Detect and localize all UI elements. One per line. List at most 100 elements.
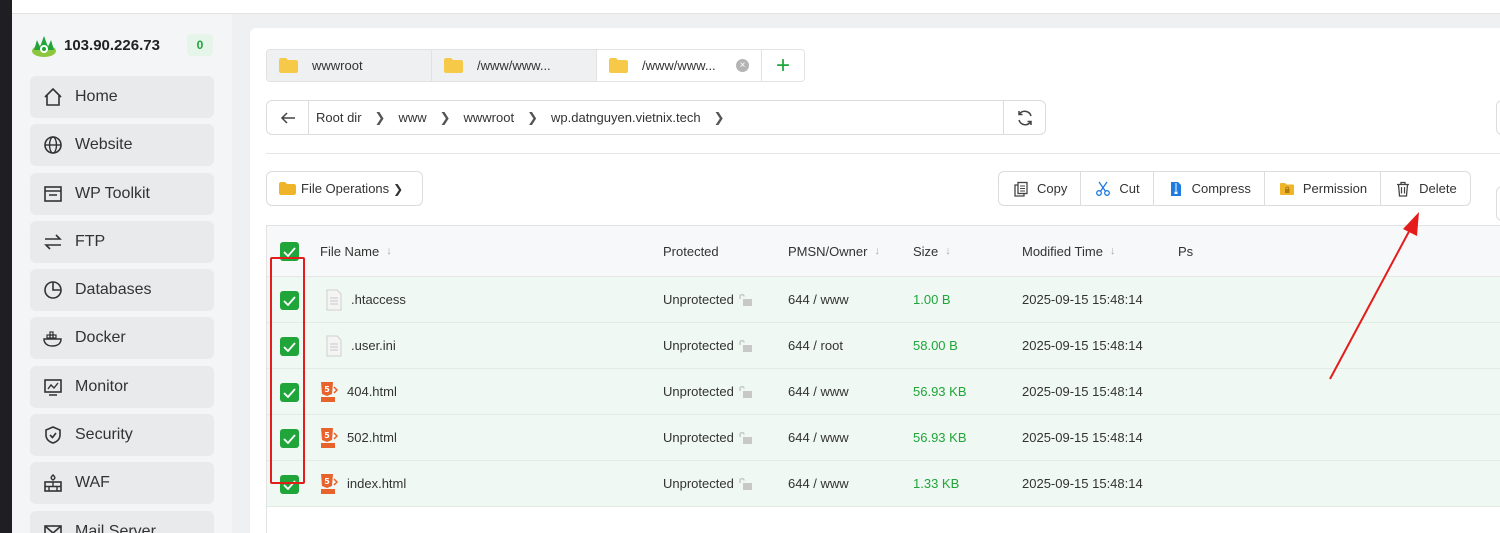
- file-size: 58.00 B: [913, 338, 958, 353]
- column-label: PMSN/Owner: [788, 243, 868, 259]
- file-name-cell[interactable]: .user.ini: [324, 323, 396, 368]
- protected-status: Unprotected: [663, 430, 734, 445]
- add-tab-button[interactable]: +: [762, 50, 804, 81]
- refresh-icon[interactable]: [1003, 101, 1045, 134]
- back-arrow-icon[interactable]: [267, 101, 309, 134]
- sort-arrow-icon: ↓: [1109, 245, 1116, 257]
- mail-icon: [44, 524, 62, 533]
- sidebar-item-databases[interactable]: Databases: [30, 269, 214, 312]
- sidebar: 103.90.226.73 0 Home Website WP Toolkit …: [12, 14, 232, 533]
- permission-button[interactable]: Permission: [1265, 172, 1382, 205]
- table-row[interactable]: 5 502.html Unprotected 644 / www 56.93 K…: [267, 415, 1500, 461]
- protected-cell[interactable]: Unprotected: [663, 277, 753, 322]
- tab-wwwroot[interactable]: wwwroot: [267, 50, 432, 81]
- permission-label: Permission: [1302, 181, 1368, 196]
- column-label: Protected: [663, 243, 719, 259]
- breadcrumb-item-site[interactable]: wp.datnguyen.vietnix.tech: [551, 110, 701, 125]
- file-size: 56.93 KB: [913, 430, 967, 445]
- text-file-icon: [326, 335, 342, 356]
- owner-cell[interactable]: 644 / www: [788, 369, 849, 414]
- chevron-right-icon: ❯: [439, 109, 451, 125]
- transfer-icon: [44, 234, 62, 250]
- column-header-size[interactable]: Size ↓: [913, 226, 951, 276]
- modified-time: 2025-09-15 15:48:14: [1022, 476, 1143, 491]
- owner-cell[interactable]: 644 / www: [788, 415, 849, 460]
- sidebar-item-mail-server[interactable]: Mail Server: [30, 510, 214, 533]
- tab-label: /www/www...: [477, 58, 551, 73]
- divider: [266, 153, 1500, 154]
- tab-www-2[interactable]: /www/www... ×: [597, 50, 762, 81]
- column-header-modified[interactable]: Modified Time ↓: [1022, 226, 1115, 276]
- delete-button[interactable]: Delete: [1381, 172, 1470, 205]
- table-row[interactable]: .user.ini Unprotected 644 / root 58.00 B…: [267, 323, 1500, 369]
- modified-cell: 2025-09-15 15:48:14: [1022, 323, 1143, 368]
- sidebar-item-ftp[interactable]: FTP: [30, 220, 214, 263]
- owner-cell[interactable]: 644 / www: [788, 461, 849, 506]
- file-size: 1.00 B: [913, 292, 951, 307]
- copy-button[interactable]: Copy: [999, 172, 1082, 205]
- copy-icon: [1014, 181, 1028, 197]
- cut-label: Cut: [1119, 181, 1140, 196]
- breadcrumb-item-www[interactable]: www: [398, 110, 426, 125]
- tab-www-1[interactable]: /www/www...: [432, 50, 597, 81]
- compress-button[interactable]: Compress: [1154, 172, 1265, 205]
- size-cell: 58.00 B: [913, 323, 958, 368]
- breadcrumb-item-root[interactable]: Root dir: [316, 110, 362, 125]
- protected-cell[interactable]: Unprotected: [663, 415, 753, 460]
- sidebar-item-label: WP Toolkit: [75, 184, 150, 202]
- notification-badge[interactable]: 0: [187, 34, 213, 56]
- file-name: 502.html: [347, 430, 397, 445]
- column-label: Size: [913, 243, 939, 259]
- file-name-cell[interactable]: 5 502.html: [320, 415, 397, 460]
- sort-arrow-icon: ↓: [945, 245, 951, 257]
- table-row[interactable]: 5 404.html Unprotected 644 / www 56.93 K…: [267, 369, 1500, 415]
- column-label: Ps: [1178, 243, 1194, 259]
- sidebar-item-home[interactable]: Home: [30, 76, 214, 118]
- size-cell: 1.33 KB: [913, 461, 959, 506]
- modified-time: 2025-09-15 15:48:14: [1022, 338, 1143, 353]
- owner-cell[interactable]: 644 / root: [788, 323, 843, 368]
- table-row[interactable]: .htaccess Unprotected 644 / www 1.00 B 2…: [267, 277, 1500, 323]
- column-header-owner[interactable]: PMSN/Owner ↓: [788, 226, 880, 276]
- sidebar-item-security[interactable]: Security: [30, 414, 214, 457]
- file-size: 56.93 KB: [913, 384, 967, 399]
- owner-cell[interactable]: 644 / www: [788, 277, 849, 322]
- file-name-cell[interactable]: 5 index.html: [320, 461, 406, 506]
- sidebar-item-wp-toolkit[interactable]: WP Toolkit: [30, 172, 214, 215]
- cut-button[interactable]: Cut: [1081, 172, 1154, 205]
- folder-icon: [444, 58, 463, 73]
- search-box-edge: [1496, 100, 1500, 135]
- protected-cell[interactable]: Unprotected: [663, 323, 753, 368]
- svg-text:5: 5: [324, 477, 330, 486]
- column-header-file-name[interactable]: File Name ↓: [320, 226, 392, 276]
- sidebar-item-monitor[interactable]: Monitor: [30, 365, 214, 408]
- file-operations-button[interactable]: File Operations ❯: [266, 171, 423, 206]
- globe-icon: [44, 136, 62, 155]
- sidebar-item-docker[interactable]: Docker: [30, 317, 214, 360]
- toolbar-edge: [1496, 186, 1500, 221]
- annotation-selection-box: [270, 257, 305, 484]
- sidebar-item-label: Home: [75, 88, 118, 105]
- file-table: File Name ↓ Protected PMSN/Owner ↓ Size ↓ M…: [266, 225, 1500, 533]
- sidebar-item-website[interactable]: Website: [30, 124, 214, 167]
- compress-label: Compress: [1191, 181, 1251, 196]
- sidebar-item-label: Monitor: [75, 377, 129, 395]
- column-label: Modified Time: [1022, 243, 1103, 259]
- file-manager-panel: wwwroot /www/www... /www/www... × + Root…: [250, 28, 1500, 533]
- sort-arrow-icon: ↓: [874, 245, 880, 257]
- file-name-cell[interactable]: .htaccess: [324, 277, 406, 322]
- size-cell: 56.93 KB: [913, 415, 967, 460]
- file-name: index.html: [347, 476, 407, 491]
- protected-cell[interactable]: Unprotected: [663, 461, 753, 506]
- tab-close-icon[interactable]: ×: [736, 59, 749, 72]
- protected-cell[interactable]: Unprotected: [663, 369, 753, 414]
- breadcrumb-item-wwwroot[interactable]: wwwroot: [464, 110, 515, 125]
- file-name-cell[interactable]: 5 404.html: [320, 369, 397, 414]
- monitor-icon: [44, 378, 62, 396]
- column-label: File Name: [320, 243, 380, 259]
- sidebar-item-label: Docker: [75, 329, 126, 347]
- unlock-icon: [739, 477, 752, 490]
- sidebar-item-waf[interactable]: WAF: [30, 462, 214, 505]
- permission-owner: 644 / www: [788, 292, 849, 307]
- table-row[interactable]: 5 index.html Unprotected 644 / www 1.33 …: [267, 461, 1500, 507]
